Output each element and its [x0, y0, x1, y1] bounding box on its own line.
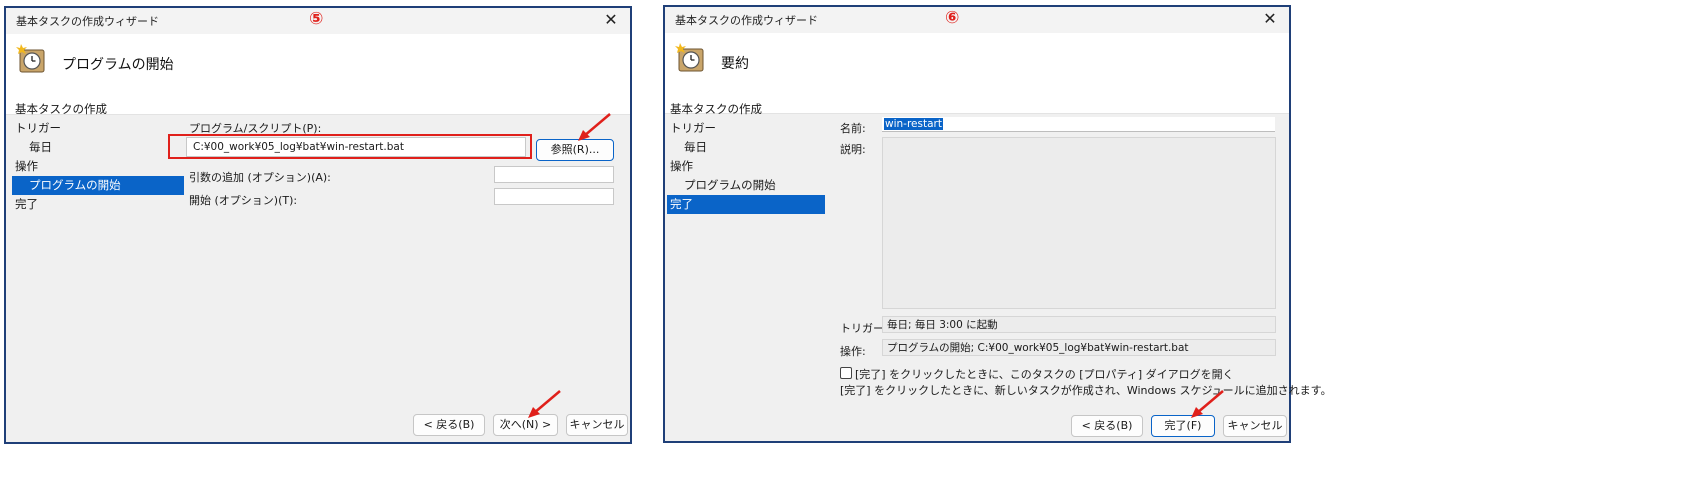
nav-item-finish: 完了: [15, 197, 38, 211]
task-clock-icon: [16, 44, 45, 73]
nav-item-action: 操作: [15, 159, 38, 173]
task-clock-icon: [675, 43, 704, 72]
back-button[interactable]: < 戻る(B): [1071, 415, 1143, 437]
wizard-steps-nav: 基本タスクの作成 トリガー 毎日 操作 プログラムの開始 完了: [12, 100, 184, 214]
red-arrow-icon: [578, 113, 611, 141]
page-title: 要約: [721, 56, 749, 72]
nav-item-daily: 毎日: [29, 140, 52, 154]
trigger-label: トリガー:: [840, 322, 888, 335]
name-field[interactable]: win-restart: [882, 117, 1275, 132]
nav-item-create-basic-task: 基本タスクの作成: [670, 102, 762, 116]
window-title: 基本タスクの作成ウィザード: [675, 14, 818, 27]
action-label: 操作:: [840, 345, 866, 358]
description-label: 説明:: [840, 143, 866, 156]
close-button[interactable]: ✕: [1259, 9, 1281, 29]
cancel-button[interactable]: キャンセル: [566, 414, 628, 436]
nav-item-program-start: プログラムの開始: [12, 176, 184, 195]
nav-item-create-basic-task: 基本タスクの作成: [15, 102, 107, 116]
page-title: プログラムの開始: [62, 57, 174, 73]
nav-item-trigger: トリガー: [670, 121, 716, 135]
wizard-dialog-program-start: 基本タスクの作成ウィザード ✕ ⑤ プログラムの開始 基本タスクの作成 トリガー…: [4, 6, 632, 444]
add-arguments-input[interactable]: [494, 166, 614, 183]
title-bar: 基本タスクの作成ウィザード ✕: [665, 7, 1289, 33]
close-button[interactable]: ✕: [600, 10, 622, 30]
red-arrow-icon: [1191, 390, 1224, 418]
red-arrow-icon: [528, 390, 561, 418]
wizard-steps-nav: 基本タスクの作成 トリガー 毎日 操作 プログラムの開始 完了: [667, 100, 825, 214]
name-value: win-restart: [884, 118, 943, 130]
step-marker: ⑥: [945, 8, 960, 28]
nav-item-finish: 完了: [667, 195, 825, 214]
open-properties-label[interactable]: [完了] をクリックしたときに、このタスクの [プロパティ] ダイアログを開く: [855, 366, 1234, 382]
action-field: プログラムの開始; C:¥00_work¥05_log¥bat¥win-rest…: [882, 339, 1276, 356]
description-field[interactable]: [882, 137, 1276, 309]
open-properties-checkbox[interactable]: [840, 367, 852, 379]
back-button[interactable]: < 戻る(B): [413, 414, 485, 436]
window-title: 基本タスクの作成ウィザード: [16, 15, 159, 28]
add-arguments-label: 引数の追加 (オプション)(A):: [189, 171, 331, 184]
start-in-label: 開始 (オプション)(T):: [189, 194, 298, 207]
nav-item-program-start: プログラムの開始: [684, 178, 776, 192]
name-label: 名前:: [840, 122, 866, 135]
nav-item-action: 操作: [670, 159, 693, 173]
cancel-button[interactable]: キャンセル: [1223, 415, 1287, 437]
wizard-dialog-summary: 基本タスクの作成ウィザード ✕ ⑥ 要約 基本タスクの作成 トリガー 毎日 操作…: [663, 5, 1332, 443]
nav-item-trigger: トリガー: [15, 121, 61, 135]
nav-item-daily: 毎日: [684, 140, 707, 154]
trigger-field: 毎日; 毎日 3:00 に起動: [882, 316, 1276, 333]
step-marker: ⑤: [309, 9, 324, 29]
finish-note: [完了] をクリックしたときに、新しいタスクが作成され、Windows スケジュ…: [840, 384, 1332, 397]
highlight-box: [168, 134, 532, 159]
start-in-input[interactable]: [494, 188, 614, 205]
